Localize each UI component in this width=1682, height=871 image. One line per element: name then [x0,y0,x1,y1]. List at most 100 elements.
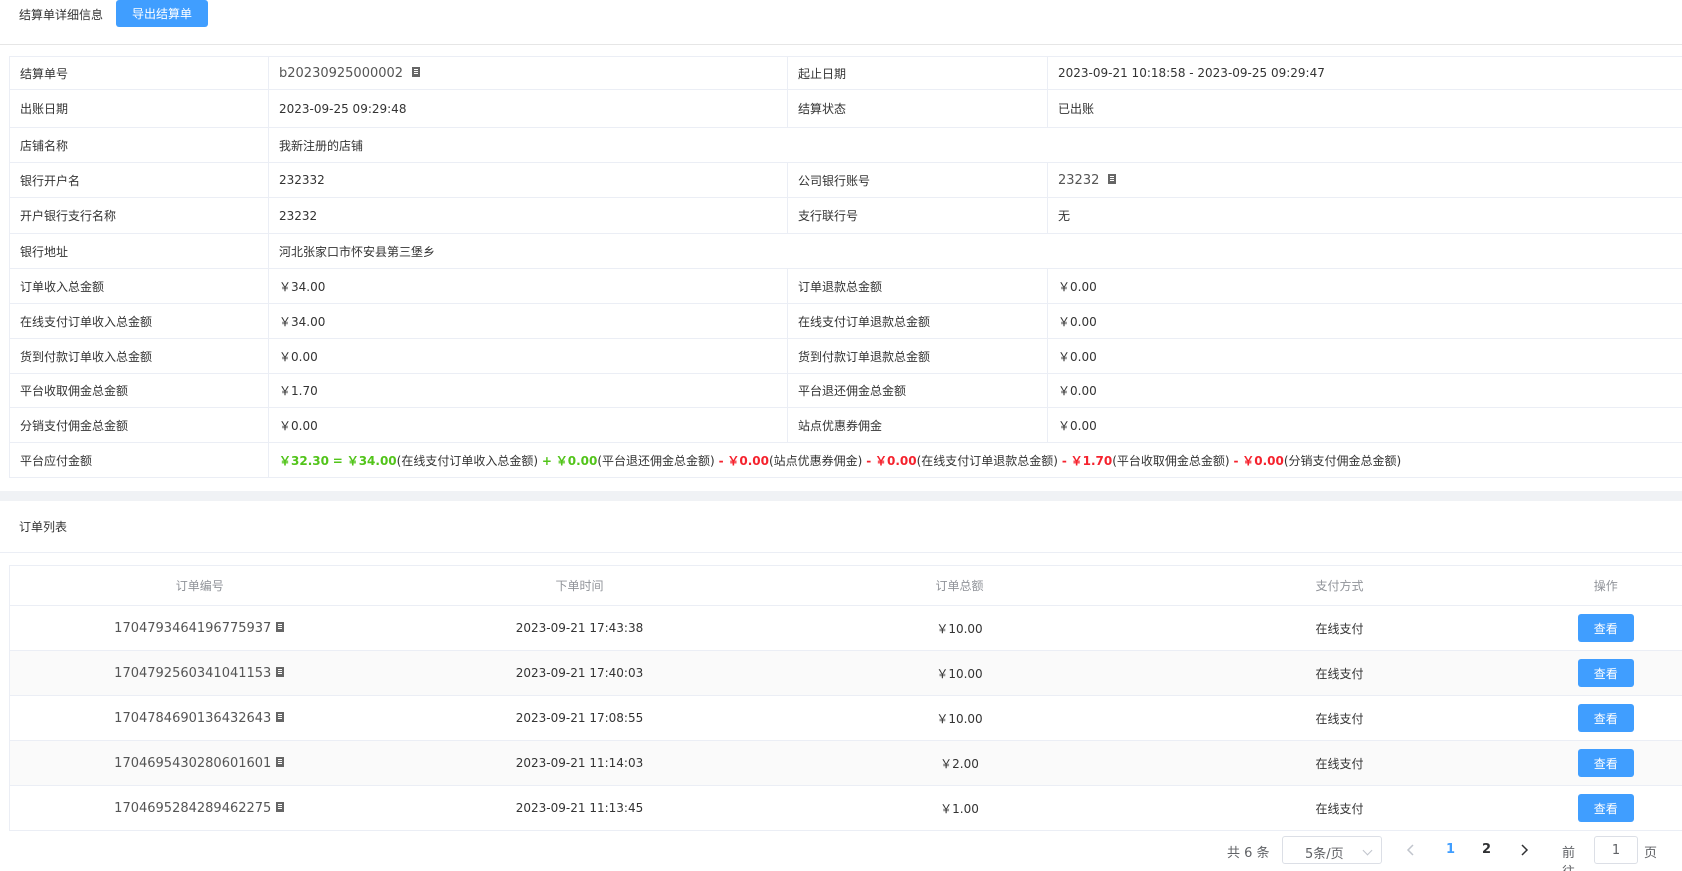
order-pay: 在线支付 [1149,605,1530,651]
branch-code-label: 支行联行号 [787,197,1048,234]
formula-v5: ￥1.70 [1070,453,1113,468]
order-id: 1704793464196775937 [114,620,272,636]
company-account-value: 23232 [1058,172,1100,188]
formula-eq: = [332,453,343,468]
order-pay: 在线支付 [1149,785,1530,831]
copy-icon[interactable] [275,711,285,723]
copy-icon[interactable] [275,801,285,813]
coupon-value: ￥0.00 [1047,407,1682,443]
bill-no-value: b20230925000002 [279,65,404,81]
distribution-label: 分销支付佣金总金额 [9,407,269,443]
section-divider [0,491,1682,501]
copy-icon[interactable] [275,756,285,768]
order-pay: 在线支付 [1149,650,1530,696]
bank-account-name-label: 银行开户名 [9,162,269,198]
chevron-right-icon[interactable] [1514,840,1534,860]
order-id: 1704792560341041153 [114,665,272,681]
formula-v2: ￥0.00 [555,453,598,468]
online-income-value: ￥34.00 [268,303,788,339]
formula-op4: - [1061,453,1067,468]
view-order-button[interactable]: 查看 [1577,659,1634,687]
copy-icon[interactable] [411,66,421,78]
cod-income-label: 货到付款订单收入总金额 [9,338,269,374]
order-refund-label: 订单退款总金额 [787,268,1048,304]
chevron-left-icon[interactable] [1401,840,1421,860]
col-pay-method: 支付方式 [1149,565,1530,606]
order-id-cell: 1704792560341041153 [9,650,390,696]
shop-value: 我新注册的店铺 [268,127,1682,163]
order-time: 2023-09-21 17:40:03 [389,650,770,696]
formula-v1: ￥34.00 [346,453,397,468]
cod-refund-label: 货到付款订单退款总金额 [787,338,1048,374]
formula-t6: (分销支付佣金总金额) [1283,453,1402,468]
order-pay: 在线支付 [1149,695,1530,741]
goto-page-input[interactable]: 1 [1594,836,1638,864]
export-bill-button[interactable]: 导出结算单 [116,0,208,27]
formula-t2: (平台退还佣金总金额) [597,453,715,468]
order-pay: 在线支付 [1149,740,1530,786]
view-order-button[interactable]: 查看 [1577,749,1634,777]
goto-label: 前往 [1562,846,1576,871]
order-action-cell: 查看 [1529,605,1682,651]
commission-label: 平台收取佣金总金额 [9,373,269,408]
order-amount: ￥10.00 [769,650,1150,696]
table-row: 1704792560341041153 2023-09-21 17:40:03 … [9,650,1682,696]
col-order-amount: 订单总额 [769,565,1150,606]
company-account-label: 公司银行账号 [787,162,1048,198]
copy-icon[interactable] [1107,173,1117,185]
coupon-label: 站点优惠券佣金 [787,407,1048,443]
formula-v6: ￥0.00 [1242,453,1284,468]
orders-title: 订单列表 [19,520,68,534]
page-1-button[interactable]: 1 [1446,842,1455,857]
page-2-button[interactable]: 2 [1482,842,1491,857]
order-time: 2023-09-21 17:43:38 [389,605,770,651]
order-id: 1704784690136432643 [114,710,272,726]
commission-return-value: ￥0.00 [1047,373,1682,408]
copy-icon[interactable] [275,621,285,633]
shop-label: 店铺名称 [9,127,269,163]
online-income-label: 在线支付订单收入总金额 [9,303,269,339]
cod-refund-value: ￥0.00 [1047,338,1682,374]
order-id-cell: 1704695430280601601 [9,740,390,786]
branch-label: 开户银行支行名称 [9,197,269,234]
view-order-button[interactable]: 查看 [1577,704,1634,732]
order-time: 2023-09-21 11:13:45 [389,785,770,831]
orders-table: 订单编号 下单时间 订单总额 支付方式 操作 17047934641967759… [9,565,1682,831]
payable-formula: ￥32.30 = ￥34.00(在线支付订单收入总金额) + ￥0.00(平台退… [268,442,1682,478]
order-action-cell: 查看 [1529,740,1682,786]
order-id-cell: 1704784690136432643 [9,695,390,741]
order-action-cell: 查看 [1529,650,1682,696]
view-order-button[interactable]: 查看 [1577,614,1634,642]
view-order-button[interactable]: 查看 [1577,794,1634,822]
order-amount: ￥10.00 [769,605,1150,651]
formula-result: ￥32.30 [279,453,329,468]
order-action-cell: 查看 [1529,785,1682,831]
order-time: 2023-09-21 17:08:55 [389,695,770,741]
formula-op2: - [718,453,724,468]
order-refund-value: ￥0.00 [1047,268,1682,304]
order-time: 2023-09-21 11:14:03 [389,740,770,786]
bill-date-value: 2023-09-25 09:29:48 [268,89,788,128]
order-action-cell: 查看 [1529,695,1682,741]
bank-address-value: 河北张家口市怀安县第三堡乡 [268,233,1682,269]
order-id: 1704695430280601601 [114,755,272,771]
formula-op3: - [866,453,872,468]
chevron-down-icon [1362,845,1373,856]
page-size-select[interactable]: 5条/页 [1282,836,1382,864]
branch-code-value: 无 [1047,197,1682,234]
copy-icon[interactable] [275,666,285,678]
period-value: 2023-09-21 10:18:58 - 2023-09-25 09:29:4… [1047,56,1682,90]
table-row: 1704793464196775937 2023-09-21 17:43:38 … [9,605,1682,651]
bill-no-cell: b20230925000002 [268,56,788,90]
page-size-value: 5条/页 [1305,847,1344,862]
order-id-cell: 1704793464196775937 [9,605,390,651]
page-title: 结算单详细信息 [19,8,104,22]
payable-label: 平台应付金额 [9,442,269,478]
table-row: 1704695430280601601 2023-09-21 11:14:03 … [9,740,1682,786]
order-amount: ￥10.00 [769,695,1150,741]
commission-value: ￥1.70 [268,373,788,408]
formula-op5: - [1233,453,1239,468]
pagination-total: 共 6 条 [1227,846,1270,861]
order-amount: ￥2.00 [769,740,1150,786]
order-id: 1704695284289462275 [114,800,272,816]
